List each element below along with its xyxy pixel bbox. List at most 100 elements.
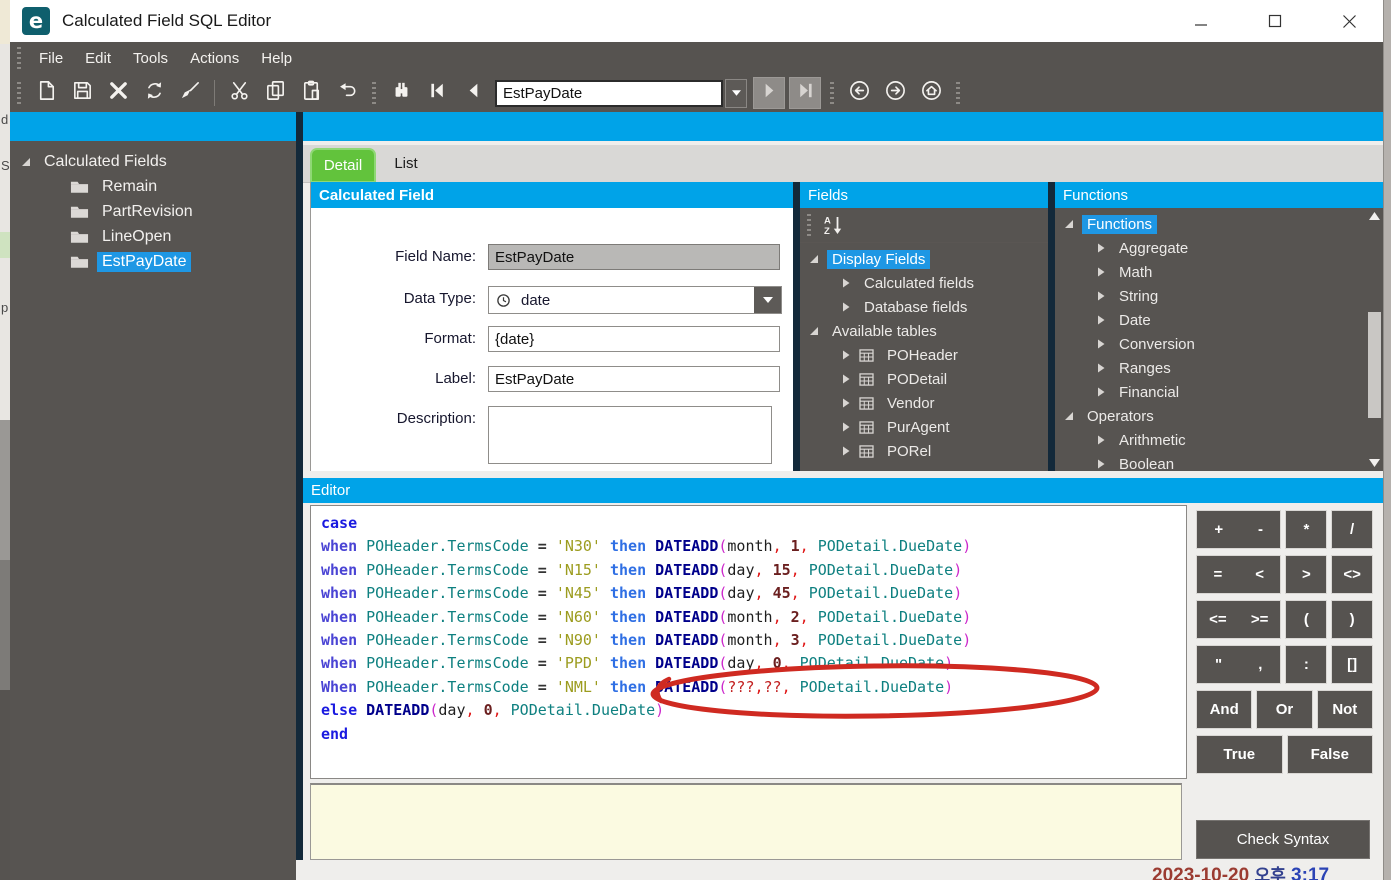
sidebar-root-calculated-fields[interactable]: Calculated Fields — [10, 149, 296, 174]
functions-item-operators[interactable]: Operators — [1055, 404, 1366, 428]
tab-list[interactable]: List — [382, 148, 430, 179]
caret-collapsed-icon[interactable] — [840, 302, 851, 312]
caret-expanded-icon[interactable] — [1063, 219, 1074, 229]
scrollbar-track[interactable] — [1367, 224, 1382, 455]
toolbar-grip[interactable] — [956, 82, 960, 104]
forward-button[interactable] — [879, 77, 911, 109]
fields-item-porel[interactable]: PORel — [800, 439, 1048, 463]
toolbar-grip[interactable] — [830, 82, 834, 104]
fields-item-puragent[interactable]: PurAgent — [800, 415, 1048, 439]
back-button[interactable] — [843, 77, 875, 109]
scrollbar-thumb[interactable] — [1368, 312, 1381, 418]
field-name-input[interactable] — [488, 244, 780, 270]
operator-button-[interactable]: / — [1344, 521, 1360, 538]
caret-collapsed-icon[interactable] — [1095, 267, 1106, 277]
close-button[interactable] — [1329, 6, 1369, 36]
operator-button-False[interactable]: False — [1287, 735, 1374, 774]
operator-button-[interactable]: ) — [1331, 600, 1373, 639]
operator-button-[interactable]: > — [1296, 566, 1317, 583]
functions-item-date[interactable]: Date — [1055, 308, 1366, 332]
functions-item-string[interactable]: String — [1055, 284, 1366, 308]
next-record-button[interactable] — [753, 77, 785, 109]
caret-collapsed-icon[interactable] — [1095, 435, 1106, 445]
undo-button[interactable] — [331, 77, 363, 109]
menu-item-file[interactable]: File — [28, 50, 74, 67]
fields-item-display-fields[interactable]: Display Fields — [800, 247, 1048, 271]
operator-button-[interactable]: ) — [1344, 611, 1361, 628]
delete-button[interactable] — [102, 77, 134, 109]
operator-button-[][interactable]: [] — [1331, 645, 1373, 684]
toolbar-grip[interactable] — [17, 82, 21, 104]
format-input[interactable] — [488, 326, 780, 352]
operator-button-[interactable]: <= — [1203, 611, 1233, 628]
caret-collapsed-icon[interactable] — [1095, 291, 1106, 301]
operator-button-*[interactable]: * — [1285, 510, 1327, 549]
fields-item-podetail[interactable]: PODetail — [800, 367, 1048, 391]
fields-item-calculated-fields[interactable]: Calculated fields — [800, 271, 1048, 295]
caret-collapsed-icon[interactable] — [840, 398, 851, 408]
cut-button[interactable] — [223, 77, 255, 109]
label-input[interactable] — [488, 366, 780, 392]
operator-button-True[interactable]: True — [1217, 746, 1261, 763]
operator-button->[interactable]: > — [1285, 555, 1327, 594]
functions-item-math[interactable]: Math — [1055, 260, 1366, 284]
operator-button-[interactable]: ( — [1285, 600, 1327, 639]
operator-button-[interactable]: ( — [1298, 611, 1315, 628]
operator-button-True[interactable]: True — [1196, 735, 1283, 774]
operator-button-/[interactable]: / — [1331, 510, 1373, 549]
operator-button-[interactable]: * — [1297, 521, 1315, 538]
fields-item-available-tables[interactable]: Available tables — [800, 319, 1048, 343]
scroll-down-icon[interactable] — [1366, 455, 1383, 471]
data-type-combo[interactable]: date — [488, 286, 782, 314]
record-combo-input[interactable] — [495, 80, 723, 107]
paste-button[interactable] — [295, 77, 327, 109]
new-document-button[interactable] — [30, 77, 62, 109]
functions-item-conversion[interactable]: Conversion — [1055, 332, 1366, 356]
operator-button-And[interactable]: And — [1196, 690, 1252, 729]
caret-collapsed-icon[interactable] — [840, 446, 851, 456]
caret-collapsed-icon[interactable] — [1095, 363, 1106, 373]
menu-grip[interactable] — [17, 47, 21, 69]
description-input[interactable] — [488, 406, 772, 464]
operator-button-:[interactable]: : — [1285, 645, 1327, 684]
home-button[interactable] — [915, 77, 947, 109]
save-button[interactable] — [66, 77, 98, 109]
sidebar-item-estpaydate[interactable]: EstPayDate — [10, 249, 296, 274]
check-syntax-button[interactable]: Check Syntax — [1196, 820, 1370, 859]
menu-item-actions[interactable]: Actions — [179, 50, 250, 67]
operator-button-[interactable]: = — [1207, 566, 1228, 583]
operator-button-Not[interactable]: Not — [1317, 690, 1373, 729]
find-button[interactable] — [385, 77, 417, 109]
operator-button-[interactable]: < — [1249, 566, 1270, 583]
vertical-splitter[interactable] — [296, 112, 303, 860]
vertical-splitter[interactable] — [793, 182, 800, 471]
maximize-button[interactable] — [1255, 6, 1295, 36]
caret-collapsed-icon[interactable] — [1095, 459, 1106, 469]
operator-button-[interactable]: >= — [1245, 611, 1275, 628]
clear-button[interactable] — [174, 77, 206, 109]
toolbar-grip[interactable] — [372, 82, 376, 104]
sidebar-item-lineopen[interactable]: LineOpen — [10, 224, 296, 249]
operator-button-[interactable]: , — [1252, 656, 1268, 673]
caret-collapsed-icon[interactable] — [1095, 315, 1106, 325]
caret-collapsed-icon[interactable] — [840, 278, 851, 288]
caret-expanded-icon[interactable] — [1063, 411, 1074, 421]
operator-button-Not[interactable]: Not — [1326, 701, 1363, 718]
caret-collapsed-icon[interactable] — [1095, 387, 1106, 397]
operator-button-[interactable]: - — [1252, 521, 1269, 538]
operator-button-[interactable]: + — [1208, 521, 1229, 538]
caret-expanded-icon[interactable] — [808, 326, 819, 336]
sidebar-item-remain[interactable]: Remain — [10, 174, 296, 199]
operator-button-Or[interactable]: Or — [1256, 690, 1312, 729]
tab-detail[interactable]: Detail — [310, 148, 376, 183]
functions-item-functions[interactable]: Functions — [1055, 212, 1366, 236]
previous-record-button[interactable] — [457, 77, 489, 109]
caret-expanded-icon[interactable] — [20, 157, 31, 167]
operator-button-False[interactable]: False — [1305, 746, 1355, 763]
caret-collapsed-icon[interactable] — [1095, 339, 1106, 349]
functions-item-arithmetic[interactable]: Arithmetic — [1055, 428, 1366, 452]
menu-item-tools[interactable]: Tools — [122, 50, 179, 67]
operator-button-[interactable]: <> — [1337, 566, 1367, 583]
fields-item-vendor[interactable]: Vendor — [800, 391, 1048, 415]
caret-collapsed-icon[interactable] — [840, 350, 851, 360]
